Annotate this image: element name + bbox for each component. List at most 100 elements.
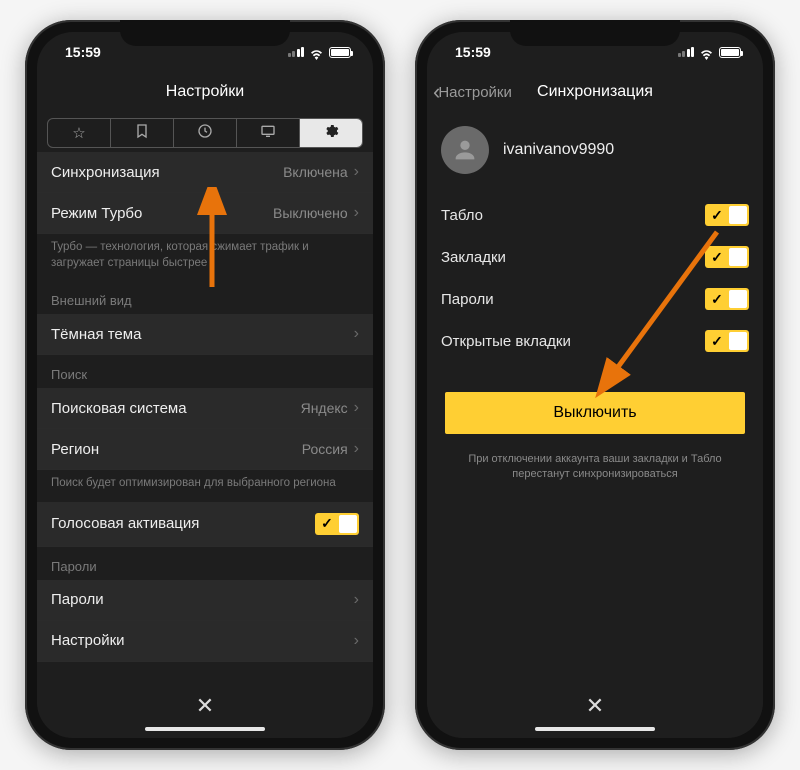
navbar-title: Синхронизация [537, 83, 653, 101]
row-value: Выключено [273, 205, 348, 221]
row-sync[interactable]: Синхронизация Включена › [37, 152, 373, 193]
turbo-hint: Турбо — технология, которая сжимает траф… [37, 234, 373, 281]
check-icon: ✓ [707, 206, 727, 224]
row-label: Синхронизация [51, 164, 283, 181]
row-value: Россия [302, 441, 348, 457]
section-search: Поиск [37, 355, 373, 388]
battery-icon [719, 47, 741, 58]
disable-disclaimer: При отключении аккаунта ваши закладки и … [427, 434, 763, 501]
tab-history[interactable] [174, 119, 237, 147]
screen-settings: 15:59 Настройки ☆ Синхронизация Включена [37, 32, 373, 738]
row-value: Яндекс [301, 400, 348, 416]
bookmark-icon [134, 123, 150, 143]
phone-left: 15:59 Настройки ☆ Синхронизация Включена [25, 20, 385, 750]
status-time: 15:59 [455, 44, 491, 60]
close-icon[interactable]: ✕ [196, 693, 214, 719]
row-dark-theme[interactable]: Тёмная тема › [37, 314, 373, 355]
toggle-knob [729, 206, 747, 224]
notch [510, 20, 680, 46]
sync-row-passwords: Пароли ✓ [427, 278, 763, 320]
close-icon[interactable]: ✕ [586, 693, 604, 719]
check-icon: ✓ [707, 332, 727, 350]
sync-row-open-tabs: Открытые вкладки ✓ [427, 320, 763, 362]
desktop-icon [260, 123, 276, 143]
notch [120, 20, 290, 46]
toggle-tablo[interactable]: ✓ [705, 204, 749, 226]
status-right [678, 47, 742, 58]
battery-icon [329, 47, 351, 58]
footer: ✕ [37, 674, 373, 738]
back-label: Настройки [438, 84, 512, 101]
navbar: ‹ Настройки Синхронизация [427, 72, 763, 112]
chevron-right-icon: › [354, 163, 359, 181]
row-turbo[interactable]: Режим Турбо Выключено › [37, 193, 373, 234]
status-right [288, 47, 352, 58]
chevron-right-icon: › [354, 204, 359, 222]
profile: ivanivanov9990 [427, 112, 763, 194]
row-label: Поисковая система [51, 400, 301, 417]
clock-icon [197, 123, 213, 143]
wifi-icon [699, 47, 714, 58]
screen-sync: 15:59 ‹ Настройки Синхронизация ivanivan… [427, 32, 763, 738]
section-appearance: Внешний вид [37, 281, 373, 314]
chevron-right-icon: › [354, 440, 359, 458]
settings-list: Синхронизация Включена › Режим Турбо Вык… [37, 152, 373, 695]
check-icon: ✓ [707, 290, 727, 308]
toggle-knob [339, 515, 357, 533]
wifi-icon [309, 47, 324, 58]
toggle-passwords[interactable]: ✓ [705, 288, 749, 310]
check-icon: ✓ [707, 248, 727, 266]
sync-items: Табло ✓ Закладки ✓ Пароли ✓ Открытые вкл… [427, 194, 763, 362]
avatar[interactable] [441, 126, 489, 174]
row-label: Открытые вкладки [441, 333, 705, 350]
tab-settings[interactable] [300, 119, 362, 147]
row-label: Настройки [51, 632, 354, 649]
phone-right: 15:59 ‹ Настройки Синхронизация ivanivan… [415, 20, 775, 750]
row-search-engine[interactable]: Поисковая система Яндекс › [37, 388, 373, 429]
row-region[interactable]: Регион Россия › [37, 429, 373, 470]
toggle-bookmarks[interactable]: ✓ [705, 246, 749, 268]
sync-row-bookmarks: Закладки ✓ [427, 236, 763, 278]
username: ivanivanov9990 [503, 141, 614, 159]
row-value: Включена [283, 164, 348, 180]
row-voice-activation[interactable]: Голосовая активация ✓ [37, 502, 373, 547]
chevron-right-icon: › [354, 399, 359, 417]
row-settings[interactable]: Настройки › [37, 621, 373, 662]
row-label: Пароли [441, 291, 705, 308]
navbar-title: Настройки [166, 83, 244, 101]
disable-sync-button[interactable]: Выключить [445, 392, 745, 434]
toggle-knob [729, 332, 747, 350]
chevron-right-icon: › [354, 591, 359, 609]
tab-favorites[interactable]: ☆ [48, 119, 111, 147]
tab-bookmarks[interactable] [111, 119, 174, 147]
toggle-open-tabs[interactable]: ✓ [705, 330, 749, 352]
navbar: Настройки [37, 72, 373, 112]
row-label: Пароли [51, 591, 354, 608]
signal-icon [678, 47, 695, 57]
status-time: 15:59 [65, 44, 101, 60]
row-label: Режим Турбо [51, 205, 273, 222]
check-icon: ✓ [317, 515, 337, 533]
row-label: Тёмная тема [51, 326, 354, 343]
row-passwords[interactable]: Пароли › [37, 580, 373, 621]
row-label: Табло [441, 207, 705, 224]
chevron-right-icon: › [354, 325, 359, 343]
home-indicator [145, 727, 265, 731]
footer: ✕ [427, 674, 763, 738]
tab-desktop[interactable] [237, 119, 300, 147]
home-indicator [535, 727, 655, 731]
row-label: Регион [51, 441, 302, 458]
gear-icon [323, 123, 339, 143]
row-label: Закладки [441, 249, 705, 266]
star-icon: ☆ [72, 124, 85, 142]
section-passwords: Пароли [37, 547, 373, 580]
segment-tabs: ☆ [47, 118, 363, 148]
signal-icon [288, 47, 305, 57]
voice-toggle[interactable]: ✓ [315, 513, 359, 535]
sync-row-tablo: Табло ✓ [427, 194, 763, 236]
chevron-right-icon: › [354, 632, 359, 650]
region-hint: Поиск будет оптимизирован для выбранного… [37, 470, 373, 502]
back-button[interactable]: ‹ Настройки [433, 81, 512, 103]
row-label: Голосовая активация [51, 515, 315, 532]
toggle-knob [729, 248, 747, 266]
